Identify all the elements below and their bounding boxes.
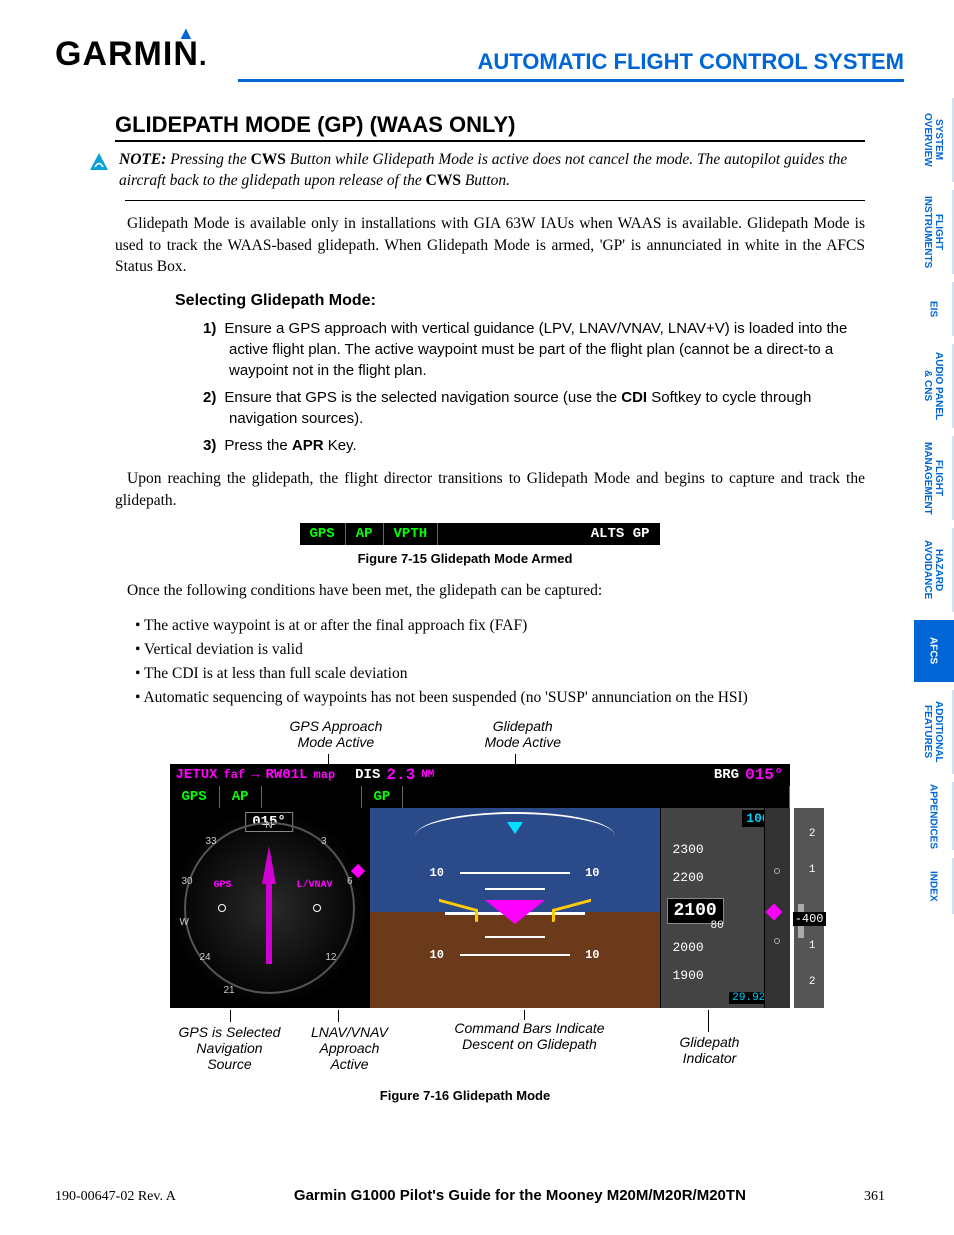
hsi-approach-mode: L/VNAV xyxy=(296,880,332,891)
leader-line xyxy=(230,1010,231,1022)
afcs-alts-gp: ALTS GP xyxy=(581,523,660,545)
note-icon xyxy=(89,152,109,172)
hsi-cdi-bar xyxy=(266,884,272,964)
altitude-tape: 1000 2300 2200 2100 80 2000 1900 29.92IN xyxy=(660,808,790,1008)
attitude-indicator: 10 10 10 10 xyxy=(370,808,660,1008)
garmin-logo: GARMIN. ▲ xyxy=(55,35,208,74)
hsi-nav-source: GPS xyxy=(214,880,232,891)
afcs-vpth: VPTH xyxy=(384,523,439,545)
callout-lnav-vnav: LNAV/VNAV Approach Active xyxy=(300,1024,400,1072)
tab-flight-management[interactable]: FLIGHT MANAGEMENT xyxy=(914,436,954,520)
page: GARMIN. ▲ AUTOMATIC FLIGHT CONTROL SYSTE… xyxy=(0,0,954,1235)
list-item: The CDI is at less than full scale devia… xyxy=(135,662,865,686)
vsi-value: -400 xyxy=(793,912,826,926)
callout-glidepath-indicator: Glidepath Indicator xyxy=(670,1034,750,1066)
page-header: GARMIN. ▲ AUTOMATIC FLIGHT CONTROL SYSTE… xyxy=(55,35,904,82)
afcs-gps: GPS xyxy=(300,523,346,545)
conditions-list: The active waypoint is at or after the f… xyxy=(135,614,865,710)
list-item: The active waypoint is at or after the f… xyxy=(135,614,865,638)
section-tabs-sidebar: SYSTEM OVERVIEW FLIGHT INSTRUMENTS EIS A… xyxy=(914,98,954,914)
step-3: 3)Press the APR Key. xyxy=(203,435,854,456)
tab-hazard-avoidance[interactable]: HAZARD AVOIDANCE xyxy=(914,528,954,612)
hsi-cdi-needle xyxy=(262,846,276,884)
tab-afcs[interactable]: AFCS xyxy=(914,620,954,682)
step-2: 2)Ensure that GPS is the selected naviga… xyxy=(203,387,854,429)
note-block: NOTE: Pressing the CWS Button while Glid… xyxy=(125,150,865,201)
footer-docnum: 190-00647-02 Rev. A xyxy=(55,1189,176,1205)
afcs-ap: AP xyxy=(346,523,384,545)
leader-line xyxy=(708,1010,709,1032)
footer-title: Garmin G1000 Pilot's Guide for the Moone… xyxy=(294,1187,746,1204)
pfd-display: 015° N 3 6 33 30 W 24 21 12 xyxy=(170,808,790,1008)
hsi-instrument: 015° N 3 6 33 30 W 24 21 12 xyxy=(170,808,370,1008)
figure-7-16: GPS Approach Mode Active Glidepath Mode … xyxy=(160,724,800,1064)
hsi-dot xyxy=(313,904,321,912)
leader-line xyxy=(524,1010,525,1020)
paragraph-transition: Upon reaching the glidepath, the flight … xyxy=(115,468,865,511)
hsi-dot xyxy=(218,904,226,912)
callout-gps-selected: GPS is Selected Navigation Source xyxy=(170,1024,290,1072)
figure-7-16-label: Figure 7-16 Glidepath Mode xyxy=(55,1088,875,1103)
logo-delta-icon: ▲ xyxy=(177,23,196,44)
section-title: Glidepath Mode (GP) (WAAS only) xyxy=(115,112,865,142)
tab-audio-panel-cns[interactable]: AUDIO PANEL & CNS xyxy=(914,344,954,428)
page-footer: 190-00647-02 Rev. A Garmin G1000 Pilot's… xyxy=(55,1187,885,1205)
callout-command-bars: Command Bars Indicate Descent on Glidepa… xyxy=(440,1020,620,1052)
callout-gps-approach: GPS Approach Mode Active xyxy=(290,718,383,750)
adi-aircraft-symbol xyxy=(475,904,555,906)
step-1: 1)Ensure a GPS approach with vertical gu… xyxy=(203,318,854,381)
nav-info-bar: JETUX faf → RW01L map DIS 2.3NM BRG 015° xyxy=(170,764,790,786)
tab-eis[interactable]: EIS xyxy=(914,282,954,336)
radar-altitude: 80 xyxy=(711,920,724,932)
vsi: 2 1 1 2 xyxy=(794,808,824,1008)
header-title: AUTOMATIC FLIGHT CONTROL SYSTEM xyxy=(238,49,904,82)
subheading: Selecting Glidepath Mode: xyxy=(175,292,904,310)
tab-additional-features[interactable]: ADDITIONAL FEATURES xyxy=(914,690,954,774)
tab-flight-instruments[interactable]: FLIGHT INSTRUMENTS xyxy=(914,190,954,274)
leader-line xyxy=(338,1010,339,1022)
tab-system-overview[interactable]: SYSTEM OVERVIEW xyxy=(914,98,954,182)
list-item: Vertical deviation is valid xyxy=(135,638,865,662)
list-item: Automatic sequencing of waypoints has no… xyxy=(135,686,865,710)
note-label: NOTE: xyxy=(119,151,166,168)
figure-7-15-label: Figure 7-15 Glidepath Mode Armed xyxy=(55,551,875,566)
afcs-status-bar-captured: GPS AP GP xyxy=(170,786,790,808)
paragraph-conditions: Once the following conditions have been … xyxy=(115,580,865,602)
page-number: 361 xyxy=(864,1189,885,1205)
tab-appendices[interactable]: APPENDICES xyxy=(914,782,954,850)
paragraph-intro: Glidepath Mode is available only in inst… xyxy=(115,213,865,278)
tab-index[interactable]: INDEX xyxy=(914,858,954,914)
note-text: NOTE: Pressing the CWS Button while Glid… xyxy=(119,150,865,192)
callout-glidepath-active: Glidepath Mode Active xyxy=(485,718,562,750)
afcs-status-bar-armed: GPS AP VPTH ALTS GP xyxy=(300,523,660,545)
